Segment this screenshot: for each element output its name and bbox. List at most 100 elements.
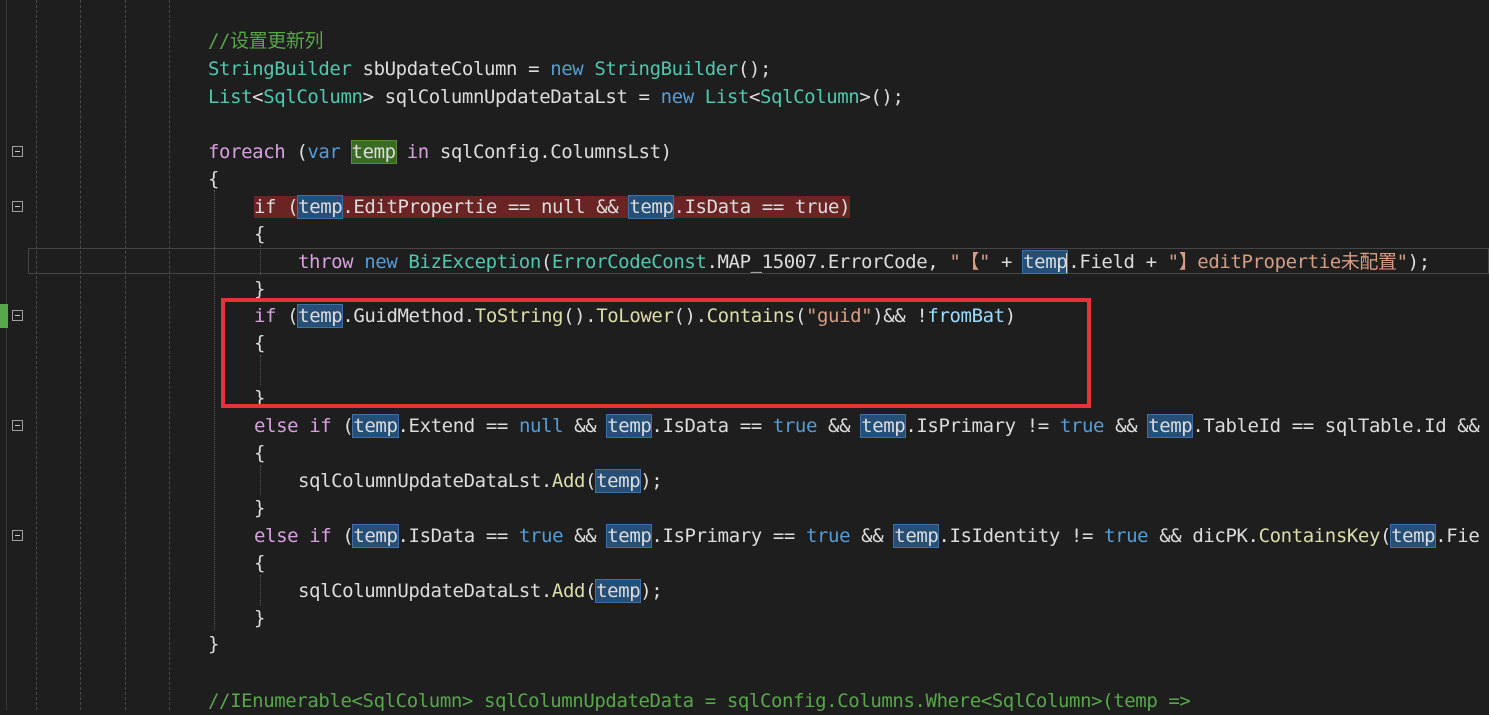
code-line[interactable]: else if (temp.Extend == null && temp.IsD… bbox=[254, 413, 1480, 440]
code-line[interactable]: //IEnumerable<SqlColumn> sqlColumnUpdate… bbox=[208, 688, 1191, 715]
code-text: ( bbox=[585, 580, 597, 602]
variable-highlight[interactable]: temp bbox=[860, 414, 907, 438]
error-highlight: if (temp.EditPropertie == null && temp.I… bbox=[254, 195, 851, 219]
code-text: && bbox=[850, 525, 895, 547]
code-text: (); bbox=[737, 58, 772, 80]
code-text: < bbox=[252, 86, 264, 108]
keyword: true bbox=[1059, 415, 1105, 437]
code-line[interactable]: List<SqlColumn> sqlColumnUpdateDataLst =… bbox=[208, 84, 904, 111]
keyword: true bbox=[518, 525, 564, 547]
brace: { bbox=[208, 168, 220, 190]
code-text: .Extend == bbox=[397, 415, 519, 437]
string-literal: "】editPropertie未配置" bbox=[1167, 251, 1408, 273]
code-line[interactable]: { bbox=[254, 221, 265, 248]
block-structure-guide bbox=[260, 575, 261, 605]
variable-highlight[interactable]: temp bbox=[628, 195, 675, 219]
code-text: .Fie bbox=[1435, 525, 1480, 547]
code-text: && bbox=[563, 415, 608, 437]
brace: { bbox=[254, 552, 266, 574]
code-line[interactable]: } bbox=[254, 495, 265, 522]
variable-highlight[interactable]: temp bbox=[595, 469, 642, 493]
indent-margin-guide bbox=[169, 0, 170, 710]
keyword: else bbox=[254, 525, 299, 547]
code-text: .MAP_15007.ErrorCode, bbox=[706, 251, 950, 273]
keyword: if bbox=[298, 415, 332, 437]
variable-highlight[interactable]: temp bbox=[352, 524, 399, 548]
keyword: true bbox=[805, 525, 851, 547]
code-text: ); bbox=[1407, 251, 1430, 273]
code-text: sqlColumnUpdateDataLst. bbox=[298, 470, 552, 492]
keyword: throw bbox=[298, 251, 354, 273]
code-text: ); bbox=[640, 580, 663, 602]
code-line[interactable]: { bbox=[254, 550, 265, 577]
indent-margin-guide bbox=[125, 0, 126, 710]
code-line[interactable]: { bbox=[254, 440, 265, 467]
type-name: StringBuilder bbox=[208, 58, 352, 80]
fold-toggle-icon[interactable] bbox=[12, 146, 23, 157]
type-name: StringBuilder bbox=[583, 58, 738, 80]
code-text: ( bbox=[331, 525, 354, 547]
code-text: && bbox=[817, 415, 862, 437]
brace: } bbox=[254, 607, 266, 629]
code-text: < bbox=[748, 86, 760, 108]
indent-margin-guide bbox=[80, 0, 81, 710]
keyword: if bbox=[298, 525, 332, 547]
code-text: sqlColumnUpdateDataLst. bbox=[298, 580, 552, 602]
code-line[interactable]: } bbox=[208, 631, 219, 658]
type-name: List bbox=[693, 86, 750, 108]
variable-highlight[interactable]: temp bbox=[1390, 524, 1437, 548]
code-text: ); bbox=[640, 470, 663, 492]
code-text: >(); bbox=[859, 86, 904, 108]
variable-highlight[interactable]: temp bbox=[352, 414, 399, 438]
method-name: Add bbox=[551, 580, 586, 602]
fold-toggle-icon[interactable] bbox=[12, 310, 23, 321]
code-text: && bbox=[1104, 415, 1149, 437]
code-line[interactable]: else if (temp.IsData == true && temp.IsP… bbox=[254, 523, 1480, 550]
type-name: ErrorCodeConst bbox=[551, 251, 707, 273]
variable-highlight[interactable]: temp bbox=[297, 195, 344, 219]
code-line-error[interactable]: if (temp.EditPropertie == null && temp.I… bbox=[254, 194, 851, 221]
keyword: true bbox=[1104, 525, 1149, 547]
code-text: > bbox=[362, 86, 374, 108]
code-text: .IsIdentity != bbox=[938, 525, 1105, 547]
code-text: && dicPK. bbox=[1148, 525, 1259, 547]
variable-highlight[interactable]: temp bbox=[1147, 414, 1194, 438]
code-line[interactable]: sqlColumnUpdateDataLst.Add(temp); bbox=[298, 578, 663, 605]
type-name: BizException bbox=[397, 251, 541, 273]
code-line[interactable]: { bbox=[208, 166, 219, 193]
code-text: ( bbox=[331, 415, 354, 437]
code-text: .IsPrimary == bbox=[651, 525, 806, 547]
code-text: .IsData == bbox=[651, 415, 773, 437]
string-literal: "【" bbox=[949, 251, 991, 273]
keyword: var bbox=[307, 141, 341, 163]
code-line[interactable]: throw new BizException(ErrorCodeConst.MA… bbox=[298, 249, 1430, 276]
code-text: + bbox=[990, 251, 1024, 273]
fold-toggle-icon[interactable] bbox=[12, 201, 23, 212]
code-line[interactable]: } bbox=[254, 605, 265, 632]
code-line[interactable]: StringBuilder sbUpdateColumn = new Strin… bbox=[208, 56, 771, 83]
variable-highlight[interactable]: temp bbox=[606, 524, 653, 548]
keyword: foreach bbox=[208, 141, 286, 163]
fold-toggle-icon[interactable] bbox=[12, 420, 23, 431]
code-text: .IsData == true) bbox=[673, 196, 851, 218]
variable-highlight[interactable]: temp bbox=[350, 140, 397, 164]
variable-highlight[interactable]: temp bbox=[893, 524, 940, 548]
code-text: .TableId == sqlTable.Id && bbox=[1192, 415, 1480, 437]
code-text: .IsPrimary != bbox=[905, 415, 1060, 437]
method-name: Add bbox=[551, 470, 586, 492]
brace: } bbox=[254, 497, 266, 519]
brace: } bbox=[254, 278, 266, 300]
keyword: true bbox=[772, 415, 818, 437]
code-line[interactable]: //设置更新列 bbox=[208, 28, 323, 55]
code-text: .EditPropertie == null && bbox=[342, 196, 630, 218]
code-line[interactable]: foreach (var temp in sqlConfig.ColumnsLs… bbox=[208, 139, 672, 166]
fold-toggle-icon[interactable] bbox=[12, 530, 23, 541]
type-name: SqlColumn bbox=[263, 86, 363, 108]
code-text: ( bbox=[540, 251, 552, 273]
variable-highlight[interactable]: temp bbox=[606, 414, 653, 438]
variable-highlight[interactable]: temp bbox=[595, 579, 642, 603]
keyword: else bbox=[254, 415, 299, 437]
variable-highlight[interactable]: temp bbox=[1022, 250, 1069, 274]
code-line[interactable]: sqlColumnUpdateDataLst.Add(temp); bbox=[298, 468, 663, 495]
